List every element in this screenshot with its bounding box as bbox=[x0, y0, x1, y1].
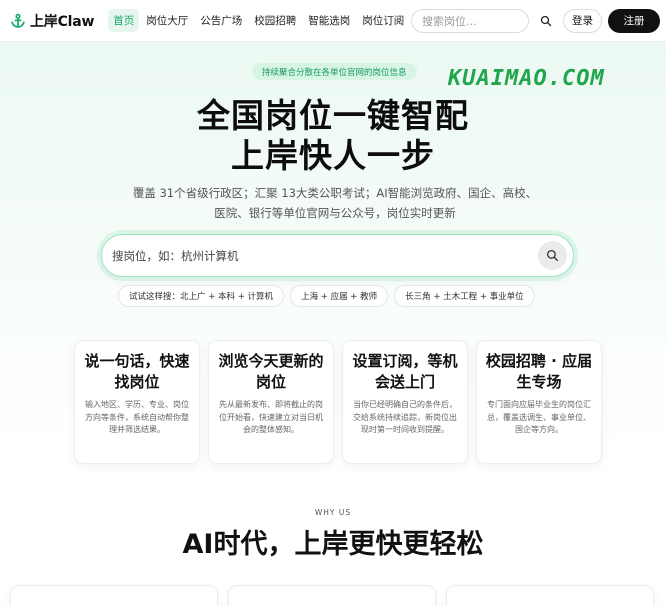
feature-card-today-updates[interactable]: 浏览今天更新的岗位 先从最新发布、即将截止的岗位开始看，快速建立对当日机会的整体… bbox=[208, 340, 334, 464]
main-search-input[interactable]: 搜岗位，如：杭州计算机 bbox=[112, 248, 538, 264]
suggestion-chip[interactable]: 长三角 + 土木工程 + 事业单位 bbox=[394, 285, 535, 307]
nav-links: 首页 岗位大厅 公告广场 校园招聘 智能选岗 岗位订阅 bbox=[108, 9, 409, 32]
brand-name: 上岸Claw bbox=[30, 13, 95, 30]
nav-search-button[interactable] bbox=[535, 10, 557, 32]
nav-link-home[interactable]: 首页 bbox=[108, 9, 140, 32]
watermark-text: KUAIMAO.COM bbox=[448, 66, 605, 91]
why-cards bbox=[10, 585, 654, 606]
nav-actions: 搜索岗位... 登录 注册 bbox=[411, 8, 660, 33]
top-nav: 上岸Claw 首页 岗位大厅 公告广场 校园招聘 智能选岗 岗位订阅 搜索岗位.… bbox=[0, 0, 666, 42]
nav-link-smart-match[interactable]: 智能选岗 bbox=[303, 9, 355, 32]
hero-subtitle: 覆盖 31个省级行政区；汇聚 13大类公职考试；AI智能浏览政府、国企、高校、医… bbox=[132, 186, 538, 220]
nav-search-input[interactable]: 搜索岗位... bbox=[411, 8, 529, 33]
feature-card-subscription[interactable]: 设置订阅，等机会送上门 当你已经明确自己的条件后，交给系统持续追踪，新岗位出现时… bbox=[342, 340, 468, 464]
card-title: 设置订阅，等机会送上门 bbox=[352, 352, 458, 391]
feature-cards: 说一句话，快速找岗位 输入地区、学历、专业、岗位方向等条件，系统自动帮你整理并筛… bbox=[74, 340, 602, 464]
nav-link-subscription[interactable]: 岗位订阅 bbox=[357, 9, 409, 32]
main-search-bar[interactable]: 搜岗位，如：杭州计算机 bbox=[101, 234, 574, 277]
card-description: 先从最新发布、即将截止的岗位开始看，快速建立对当日机会的整体感知。 bbox=[219, 400, 323, 434]
search-suggestions: 试试这样搜：北上广 + 本科 + 计算机 上海 + 应届 + 教师 长三角 + … bbox=[118, 285, 535, 307]
section-title: AI时代，上岸更快更轻松 bbox=[182, 529, 484, 560]
hero-title-line1: 全国岗位一键智配 bbox=[197, 96, 469, 135]
feature-card-quick-search[interactable]: 说一句话，快速找岗位 输入地区、学历、专业、岗位方向等条件，系统自动帮你整理并筛… bbox=[74, 340, 200, 464]
why-card bbox=[228, 585, 436, 606]
card-title: 浏览今天更新的岗位 bbox=[218, 352, 324, 391]
card-title: 校园招聘 · 应届生专场 bbox=[485, 352, 593, 391]
nav-link-jobs-hall[interactable]: 岗位大厅 bbox=[141, 9, 193, 32]
card-title: 说一句话，快速找岗位 bbox=[84, 352, 190, 391]
feature-card-campus[interactable]: 校园招聘 · 应届生专场 专门面向应届毕业生的岗位汇总，覆盖选调生、事业单位、国… bbox=[476, 340, 602, 464]
hero-title: 全国岗位一键智配 上岸快人一步 bbox=[0, 96, 666, 176]
page: 上岸Claw 首页 岗位大厅 公告广场 校园招聘 智能选岗 岗位订阅 搜索岗位.… bbox=[0, 0, 666, 606]
card-description: 输入地区、学历、专业、岗位方向等条件，系统自动帮你整理并筛选结果。 bbox=[85, 400, 189, 434]
login-button[interactable]: 登录 bbox=[563, 8, 602, 33]
card-description: 当你已经明确自己的条件后，交给系统持续追踪，新岗位出现时第一时间收到提醒。 bbox=[353, 400, 457, 434]
brand-logo[interactable]: 上岸Claw bbox=[10, 11, 94, 31]
nav-link-announcements[interactable]: 公告广场 bbox=[195, 9, 247, 32]
nav-link-campus[interactable]: 校园招聘 bbox=[249, 9, 301, 32]
hero-title-line2: 上岸快人一步 bbox=[231, 136, 435, 175]
why-card bbox=[10, 585, 218, 606]
suggestion-chip[interactable]: 试试这样搜：北上广 + 本科 + 计算机 bbox=[118, 285, 285, 307]
anchor-icon bbox=[11, 13, 25, 28]
tagline-badge: 持续聚合分散在各单位官网的岗位信息 bbox=[252, 63, 417, 80]
why-card bbox=[446, 585, 654, 606]
register-button[interactable]: 注册 bbox=[608, 8, 660, 33]
card-description: 专门面向应届毕业生的岗位汇总，覆盖选调生、事业单位、国企等方向。 bbox=[487, 400, 591, 434]
search-icon bbox=[540, 15, 552, 26]
search-icon bbox=[546, 249, 559, 262]
main-search-button[interactable] bbox=[538, 241, 567, 270]
suggestion-chip[interactable]: 上海 + 应届 + 教师 bbox=[290, 285, 389, 307]
section-eyebrow: WHY US bbox=[314, 508, 352, 517]
